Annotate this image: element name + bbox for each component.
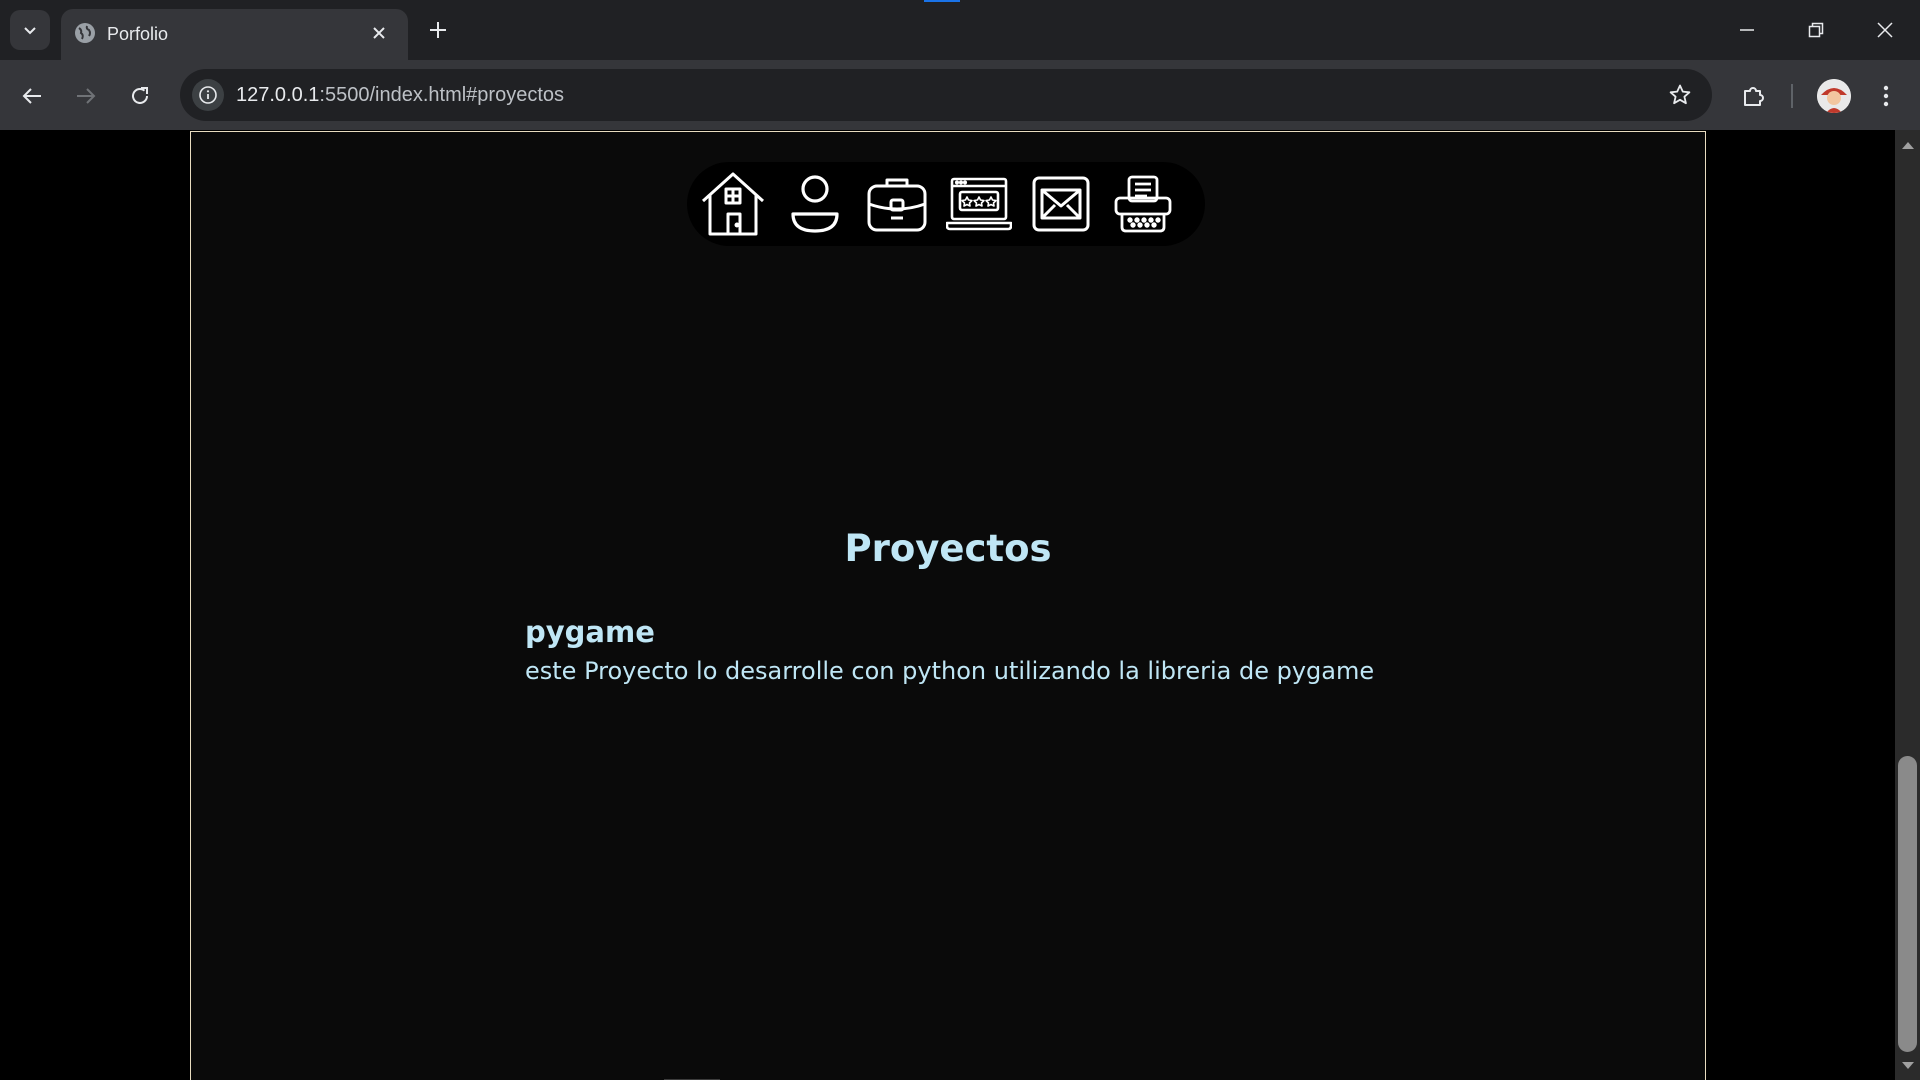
minimize-button[interactable]	[1724, 12, 1770, 48]
mail-icon	[1032, 176, 1090, 232]
tab-search-button[interactable]	[10, 10, 50, 50]
kebab-menu-icon	[1883, 85, 1889, 107]
forward-button[interactable]	[68, 78, 104, 114]
restore-button[interactable]	[1793, 12, 1839, 48]
tab-strip: Porfolio	[0, 0, 1920, 60]
bookmark-button[interactable]	[1666, 81, 1694, 109]
user-icon	[791, 175, 839, 233]
star-icon	[1669, 84, 1691, 105]
typewriter-icon	[1114, 175, 1172, 233]
project-title: pygame	[525, 615, 655, 649]
info-icon	[199, 86, 217, 104]
browser-toolbar: 127.0.0.1:5500/index.html#proyectos	[0, 60, 1920, 130]
close-window-button[interactable]	[1862, 12, 1908, 48]
nav-blog-link[interactable]	[1109, 170, 1177, 238]
toolbar-divider	[1791, 84, 1793, 108]
reload-icon	[132, 87, 148, 104]
page-viewport: Proyectos pygame este Proyecto lo desarr…	[0, 130, 1895, 1080]
chevron-down-icon	[24, 27, 36, 35]
section-title: Proyectos	[844, 527, 1052, 570]
address-bar[interactable]: 127.0.0.1:5500/index.html#proyectos	[180, 69, 1712, 121]
puzzle-icon	[1744, 87, 1764, 106]
reload-button[interactable]	[122, 78, 158, 114]
url-path: :5500/index.html#proyectos	[319, 84, 565, 106]
nav-about-link[interactable]	[781, 170, 849, 238]
laptop-rating-icon	[946, 177, 1012, 231]
new-tab-button[interactable]	[424, 16, 452, 44]
page-scrollbar[interactable]	[1895, 130, 1920, 1080]
page-container: Proyectos pygame este Proyecto lo desarr…	[190, 131, 1706, 1080]
icon-navbar	[687, 162, 1205, 246]
plus-icon	[430, 22, 446, 38]
project-description: este Proyecto lo desarrolle con python u…	[525, 657, 1375, 685]
loading-indicator	[924, 0, 960, 2]
nav-home-link[interactable]	[699, 170, 767, 238]
avatar-icon	[1817, 79, 1851, 113]
nav-skills-link[interactable]	[945, 170, 1013, 238]
back-button[interactable]	[14, 78, 50, 114]
tab-title: Porfolio	[107, 24, 169, 44]
close-icon	[373, 27, 385, 39]
nav-contact-link[interactable]	[1027, 170, 1095, 238]
nav-experience-link[interactable]	[863, 170, 931, 238]
scroll-down-arrow[interactable]	[1902, 1062, 1914, 1069]
forward-arrow-icon	[77, 88, 96, 104]
back-arrow-icon	[22, 88, 41, 104]
browser-tab[interactable]: Porfolio	[61, 9, 408, 60]
browser-menu-button[interactable]	[1868, 78, 1904, 114]
url-text: 127.0.0.1:5500/index.html#proyectos	[236, 84, 564, 107]
close-icon	[1877, 22, 1893, 38]
briefcase-icon	[867, 178, 927, 232]
site-info-button[interactable]	[192, 79, 224, 111]
globe-icon	[75, 23, 95, 43]
home-icon	[701, 172, 765, 236]
extensions-button[interactable]	[1736, 78, 1772, 114]
scroll-thumb[interactable]	[1898, 756, 1917, 1052]
tab-close-button[interactable]	[367, 21, 391, 45]
minimize-icon	[1740, 29, 1754, 31]
url-host: 127.0.0.1	[236, 84, 320, 106]
profile-avatar[interactable]	[1817, 79, 1851, 113]
restore-icon	[1808, 22, 1824, 38]
scroll-up-arrow[interactable]	[1902, 142, 1914, 149]
